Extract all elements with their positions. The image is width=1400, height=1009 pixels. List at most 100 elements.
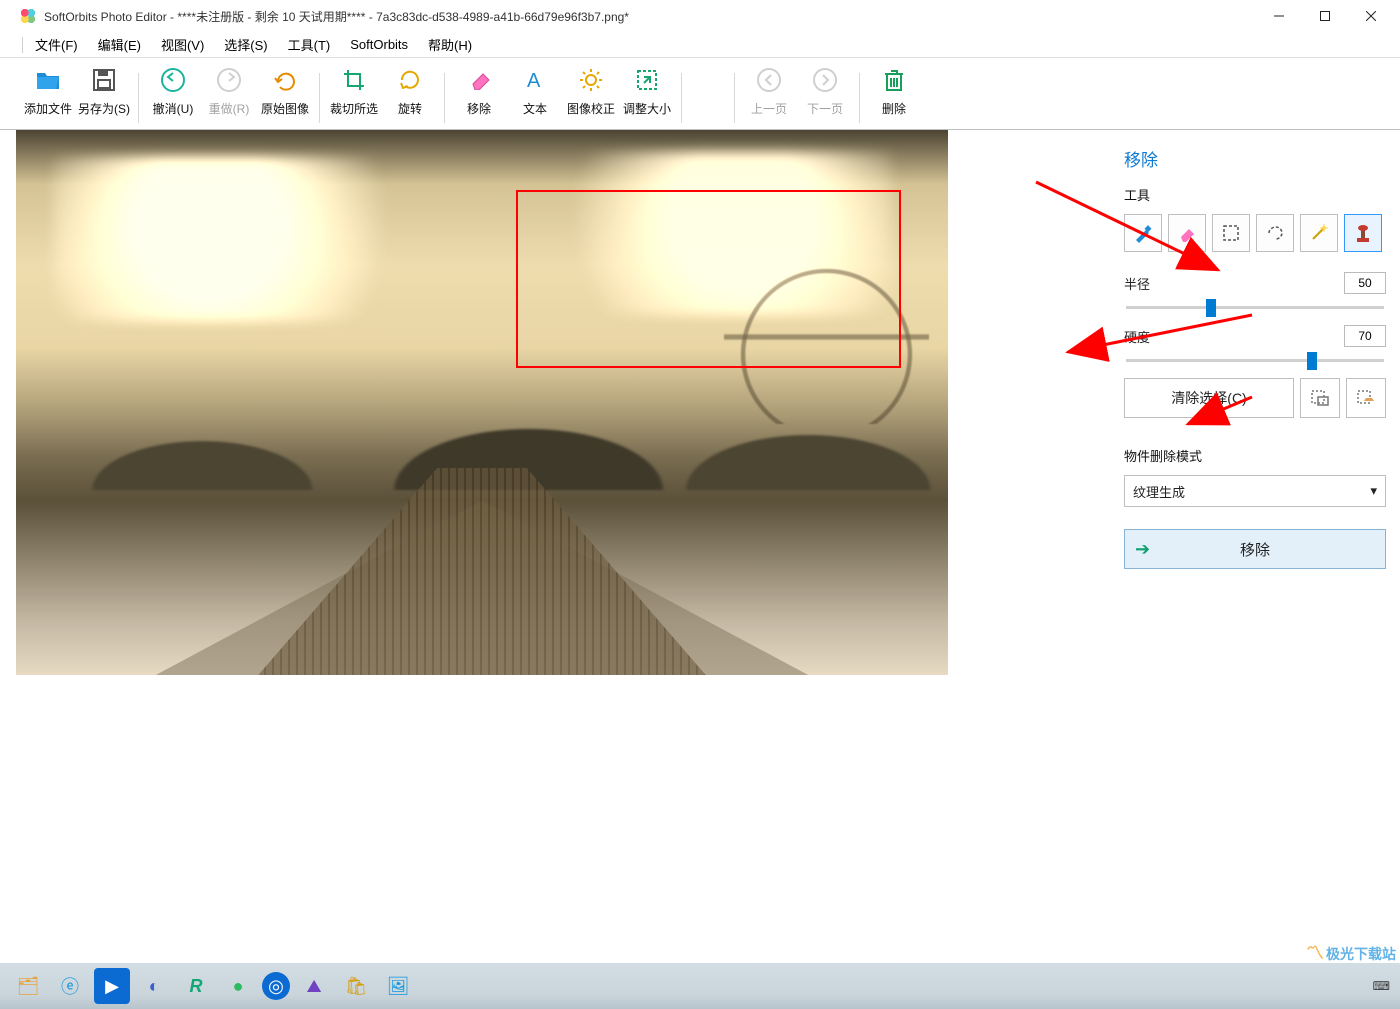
save-sel-icon bbox=[1310, 389, 1330, 407]
hardness-track[interactable] bbox=[1126, 359, 1384, 362]
trash-icon bbox=[880, 66, 908, 94]
taskbar-store[interactable]: 🛍 bbox=[338, 968, 374, 1004]
save-as-button[interactable]: 另存为(S) bbox=[76, 60, 132, 127]
rotate-icon bbox=[396, 66, 424, 94]
tools-label: 工具 bbox=[1124, 185, 1386, 204]
hardness-slider: 硬度 bbox=[1124, 325, 1386, 362]
remove-button[interactable]: 移除 bbox=[451, 60, 507, 127]
taskbar-file-explorer[interactable]: 🗂 bbox=[10, 968, 46, 1004]
mode-label: 物件删除模式 bbox=[1124, 446, 1386, 465]
tb-label: 上一页 bbox=[751, 100, 787, 117]
eraser-icon bbox=[465, 66, 493, 94]
redo-icon bbox=[215, 66, 243, 94]
menu-softorbits[interactable]: SoftOrbits bbox=[340, 34, 418, 55]
radius-track[interactable] bbox=[1126, 306, 1384, 309]
execute-remove-button[interactable]: ➔ 移除 bbox=[1124, 529, 1386, 569]
tb-label: 另存为(S) bbox=[78, 100, 130, 117]
load-sel-icon bbox=[1356, 389, 1376, 407]
right-panel: 移除 工具 半径 bbox=[1110, 130, 1400, 963]
chevron-down-icon: ▾ bbox=[1370, 483, 1377, 499]
resize-icon bbox=[633, 66, 661, 94]
tool-clone-stamp[interactable] bbox=[1344, 214, 1382, 252]
correction-button[interactable]: 图像校正 bbox=[563, 60, 619, 127]
mode-value: 纹理生成 bbox=[1133, 482, 1185, 501]
maximize-button[interactable] bbox=[1302, 0, 1348, 32]
next-icon bbox=[811, 66, 839, 94]
clear-selection-button[interactable]: 清除选择(C) bbox=[1124, 378, 1294, 418]
taskbar-image[interactable]: 🖼 bbox=[380, 968, 416, 1004]
panel-title: 移除 bbox=[1124, 146, 1386, 171]
taskbar-app-mountain[interactable]: ⛰ bbox=[296, 968, 332, 1004]
original-button[interactable]: 原始图像 bbox=[257, 60, 313, 127]
brightness-icon bbox=[577, 66, 605, 94]
menu-tools[interactable]: 工具(T) bbox=[278, 32, 341, 57]
selection-rectangle[interactable] bbox=[516, 190, 901, 368]
window-title: SoftOrbits Photo Editor - ****未注册版 - 剩余 … bbox=[44, 8, 1256, 25]
taskbar-browser[interactable]: ◐ bbox=[136, 968, 172, 1004]
mode-dropdown[interactable]: 纹理生成 ▾ bbox=[1124, 475, 1386, 507]
execute-label: 移除 bbox=[1240, 539, 1270, 560]
tray-keyboard-icon[interactable]: ⌨ bbox=[1373, 979, 1390, 993]
load-selection-button[interactable] bbox=[1346, 378, 1386, 418]
taskbar-app-circle[interactable]: ◎ bbox=[262, 972, 290, 1000]
menu-edit[interactable]: 编辑(E) bbox=[88, 32, 151, 57]
save-selection-button[interactable] bbox=[1300, 378, 1340, 418]
taskbar-wechat[interactable]: ● bbox=[220, 968, 256, 1004]
tb-label: 旋转 bbox=[398, 100, 422, 117]
tb-label: 原始图像 bbox=[261, 100, 309, 117]
tool-rect-select[interactable] bbox=[1212, 214, 1250, 252]
watermark: 〽极光下载站 bbox=[1306, 939, 1396, 965]
tb-label: 添加文件 bbox=[24, 100, 72, 117]
radius-label: 半径 bbox=[1124, 274, 1150, 293]
radius-input[interactable] bbox=[1344, 272, 1386, 294]
minimize-button[interactable] bbox=[1256, 0, 1302, 32]
arrow-right-icon: ➔ bbox=[1135, 539, 1150, 560]
clear-row: 清除选择(C) bbox=[1124, 378, 1386, 418]
main-area: 移除 工具 半径 bbox=[0, 130, 1400, 963]
radius-slider: 半径 bbox=[1124, 272, 1386, 309]
rotate-button[interactable]: 旋转 bbox=[382, 60, 438, 127]
title-bar: SoftOrbits Photo Editor - ****未注册版 - 剩余 … bbox=[0, 0, 1400, 32]
add-file-button[interactable]: 添加文件 bbox=[20, 60, 76, 127]
tool-lasso[interactable] bbox=[1256, 214, 1294, 252]
watermark-text: 极光下载站 bbox=[1326, 946, 1396, 962]
taskbar-app-blue[interactable]: ▶ bbox=[94, 968, 130, 1004]
menu-bar: 文件(F) 编辑(E) 视图(V) 选择(S) 工具(T) SoftOrbits… bbox=[0, 32, 1400, 58]
tool-eraser[interactable] bbox=[1168, 214, 1206, 252]
clear-selection-label: 清除选择(C) bbox=[1171, 388, 1246, 408]
text-icon: A bbox=[521, 66, 549, 94]
menu-select[interactable]: 选择(S) bbox=[214, 32, 277, 57]
floppy-icon bbox=[90, 66, 118, 94]
swirl-icon: 〽 bbox=[1306, 943, 1324, 963]
radius-thumb[interactable] bbox=[1206, 299, 1216, 317]
prev-icon bbox=[755, 66, 783, 94]
undo-button[interactable]: 撤消(U) bbox=[145, 60, 201, 127]
tb-label: 删除 bbox=[882, 100, 906, 117]
canvas[interactable] bbox=[0, 130, 1110, 963]
svg-text:A: A bbox=[527, 70, 541, 91]
menu-view[interactable]: 视图(V) bbox=[151, 32, 214, 57]
menu-help[interactable]: 帮助(H) bbox=[418, 32, 482, 57]
system-tray[interactable]: ⌨ bbox=[1373, 979, 1390, 993]
tb-label: 文本 bbox=[523, 100, 547, 117]
tool-magic-wand[interactable] bbox=[1300, 214, 1338, 252]
toolbar: 添加文件 另存为(S) 撤消(U) 重做(R) 原始图像 bbox=[0, 58, 1400, 130]
hardness-input[interactable] bbox=[1344, 325, 1386, 347]
tool-marker[interactable] bbox=[1124, 214, 1162, 252]
tb-label: 裁切所选 bbox=[330, 100, 378, 117]
taskbar-app-r[interactable]: R bbox=[178, 968, 214, 1004]
prev-page-button: 上一页 bbox=[741, 60, 797, 127]
taskbar-softorbits[interactable] bbox=[422, 968, 458, 1004]
taskbar-edge[interactable]: ⓔ bbox=[52, 968, 88, 1004]
crop-button[interactable]: 裁切所选 bbox=[326, 60, 382, 127]
close-button[interactable] bbox=[1348, 0, 1394, 32]
text-button[interactable]: A 文本 bbox=[507, 60, 563, 127]
undo-icon bbox=[159, 66, 187, 94]
hardness-thumb[interactable] bbox=[1307, 352, 1317, 370]
menu-file[interactable]: 文件(F) bbox=[25, 32, 88, 57]
tb-label: 撤消(U) bbox=[153, 100, 194, 117]
resize-button[interactable]: 调整大小 bbox=[619, 60, 675, 127]
delete-button[interactable]: 删除 bbox=[866, 60, 922, 127]
hardness-label: 硬度 bbox=[1124, 327, 1150, 346]
tb-label: 调整大小 bbox=[623, 100, 671, 117]
